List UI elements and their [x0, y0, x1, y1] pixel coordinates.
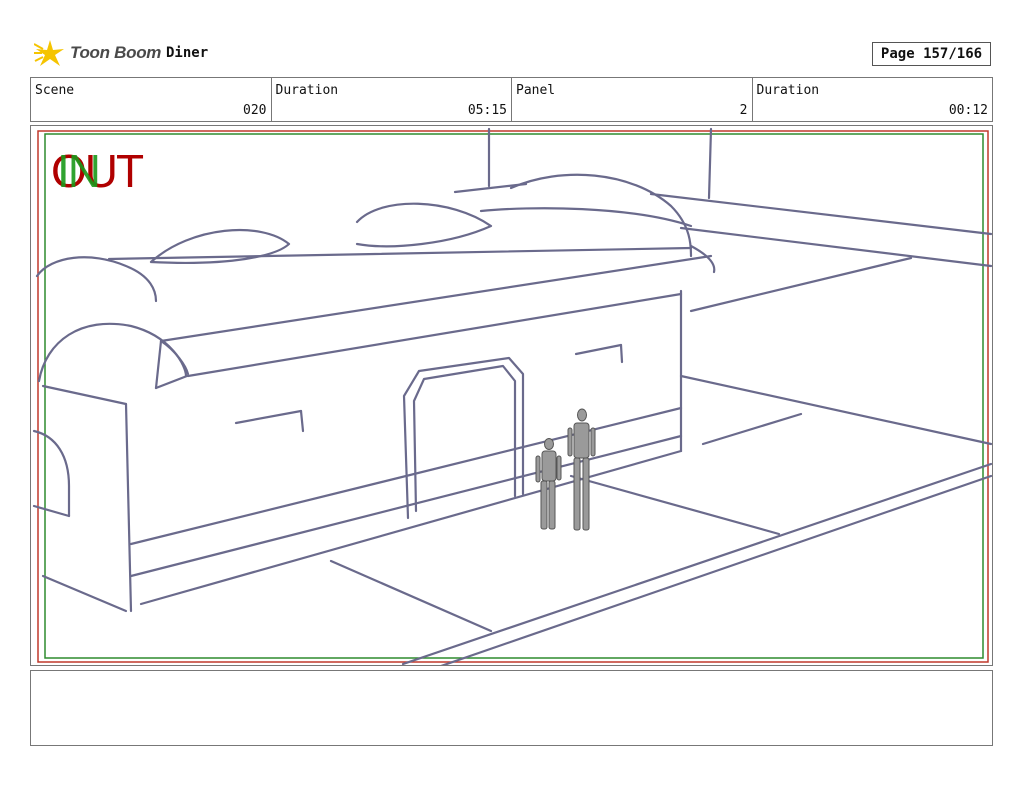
panel-duration-label: Duration	[756, 83, 820, 98]
panel-info-row: Scene 020 Duration 05:15 Panel 2 Duratio…	[30, 77, 993, 122]
scene-duration-label: Duration	[275, 83, 339, 98]
scene-duration-value: 05:15	[467, 103, 507, 118]
toon-boom-logo: Toon Boom	[34, 38, 161, 68]
sketch-drawing	[32, 127, 992, 665]
panel-value: 2	[739, 103, 748, 118]
outer-frame	[37, 130, 989, 663]
panel-duration-cell: Duration 00:12	[753, 78, 993, 121]
diner-sketch	[32, 127, 992, 665]
panel-label: Panel	[516, 83, 556, 98]
storyboard-panel: OUT IN	[30, 125, 993, 666]
panel-duration-value: 00:12	[948, 103, 988, 118]
scene-value: 020	[243, 103, 267, 118]
project-title: Diner	[166, 45, 209, 61]
scene-label: Scene	[35, 83, 75, 98]
panel-notes	[30, 670, 993, 746]
starburst-icon	[34, 40, 64, 66]
scene-cell: Scene 020	[31, 78, 272, 121]
page-number: Page 157/166	[872, 42, 991, 66]
scene-duration-cell: Duration 05:15	[272, 78, 512, 121]
in-marker: IN	[57, 145, 101, 197]
character-figures	[535, 408, 596, 531]
logo-text: Toon Boom	[70, 43, 162, 62]
panel-cell: Panel 2	[512, 78, 753, 121]
